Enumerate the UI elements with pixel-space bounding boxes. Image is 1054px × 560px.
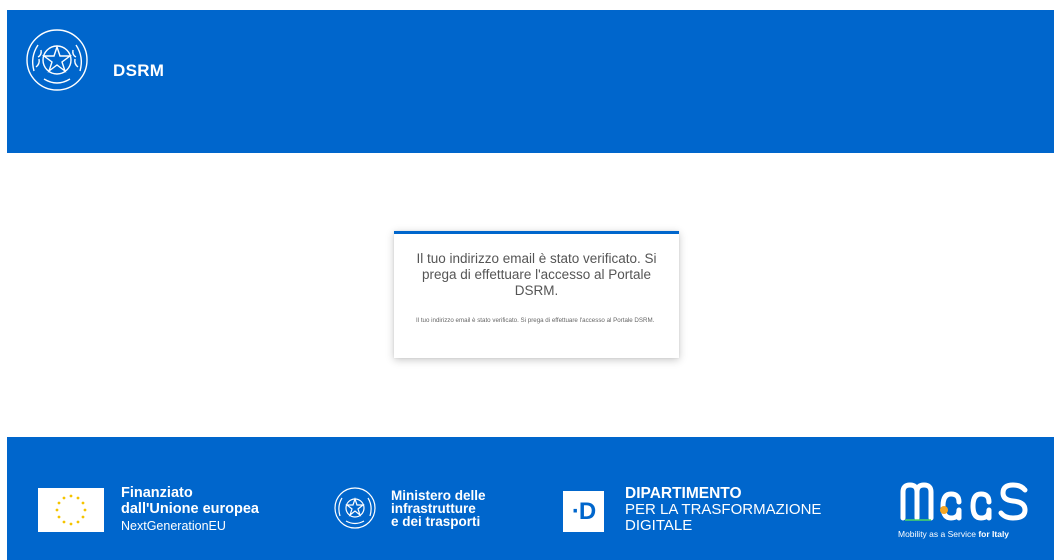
department-logo-icon: ·D [563, 491, 604, 532]
eu-line-1: Finanziato [121, 485, 193, 501]
eu-line-2: dall'Unione europea [121, 501, 259, 517]
department-line-3: DIGITALE [625, 517, 693, 534]
department-line-2: PER LA TRASFORMAZIONE [625, 501, 822, 518]
department-line-1: DIPARTIMENTO [625, 485, 742, 502]
eu-line-3: NextGenerationEU [121, 519, 226, 533]
maas-tagline: Mobility as a Service for Italy [898, 529, 1009, 539]
ministry-emblem-icon [334, 487, 376, 529]
maas-logo-icon [900, 482, 1028, 521]
maas-tagline-text: Mobility as a Service [898, 529, 976, 539]
verification-message: Il tuo indirizzo email è stato verificat… [416, 317, 655, 324]
verification-card: Il tuo indirizzo email è stato verificat… [394, 231, 679, 358]
app-title: DSRM [113, 61, 165, 80]
header-bar: DSRM [7, 10, 1054, 153]
eu-funding-text: Finanziato dall'Unione europea NextGener… [121, 485, 259, 534]
department-text: DIPARTIMENTO PER LA TRASFORMAZIONE DIGIT… [625, 486, 821, 534]
verification-heading: Il tuo indirizzo email è stato verificat… [416, 251, 657, 298]
footer-bar: Finanziato dall'Unione europea NextGener… [7, 437, 1054, 560]
ministry-line-3: e dei trasporti [391, 514, 481, 529]
maas-tagline-bold: for Italy [978, 529, 1010, 539]
eu-flag-icon [38, 488, 104, 532]
ministry-text: Ministero delle infrastrutture e dei tra… [391, 489, 486, 529]
republic-emblem-icon [26, 29, 88, 91]
